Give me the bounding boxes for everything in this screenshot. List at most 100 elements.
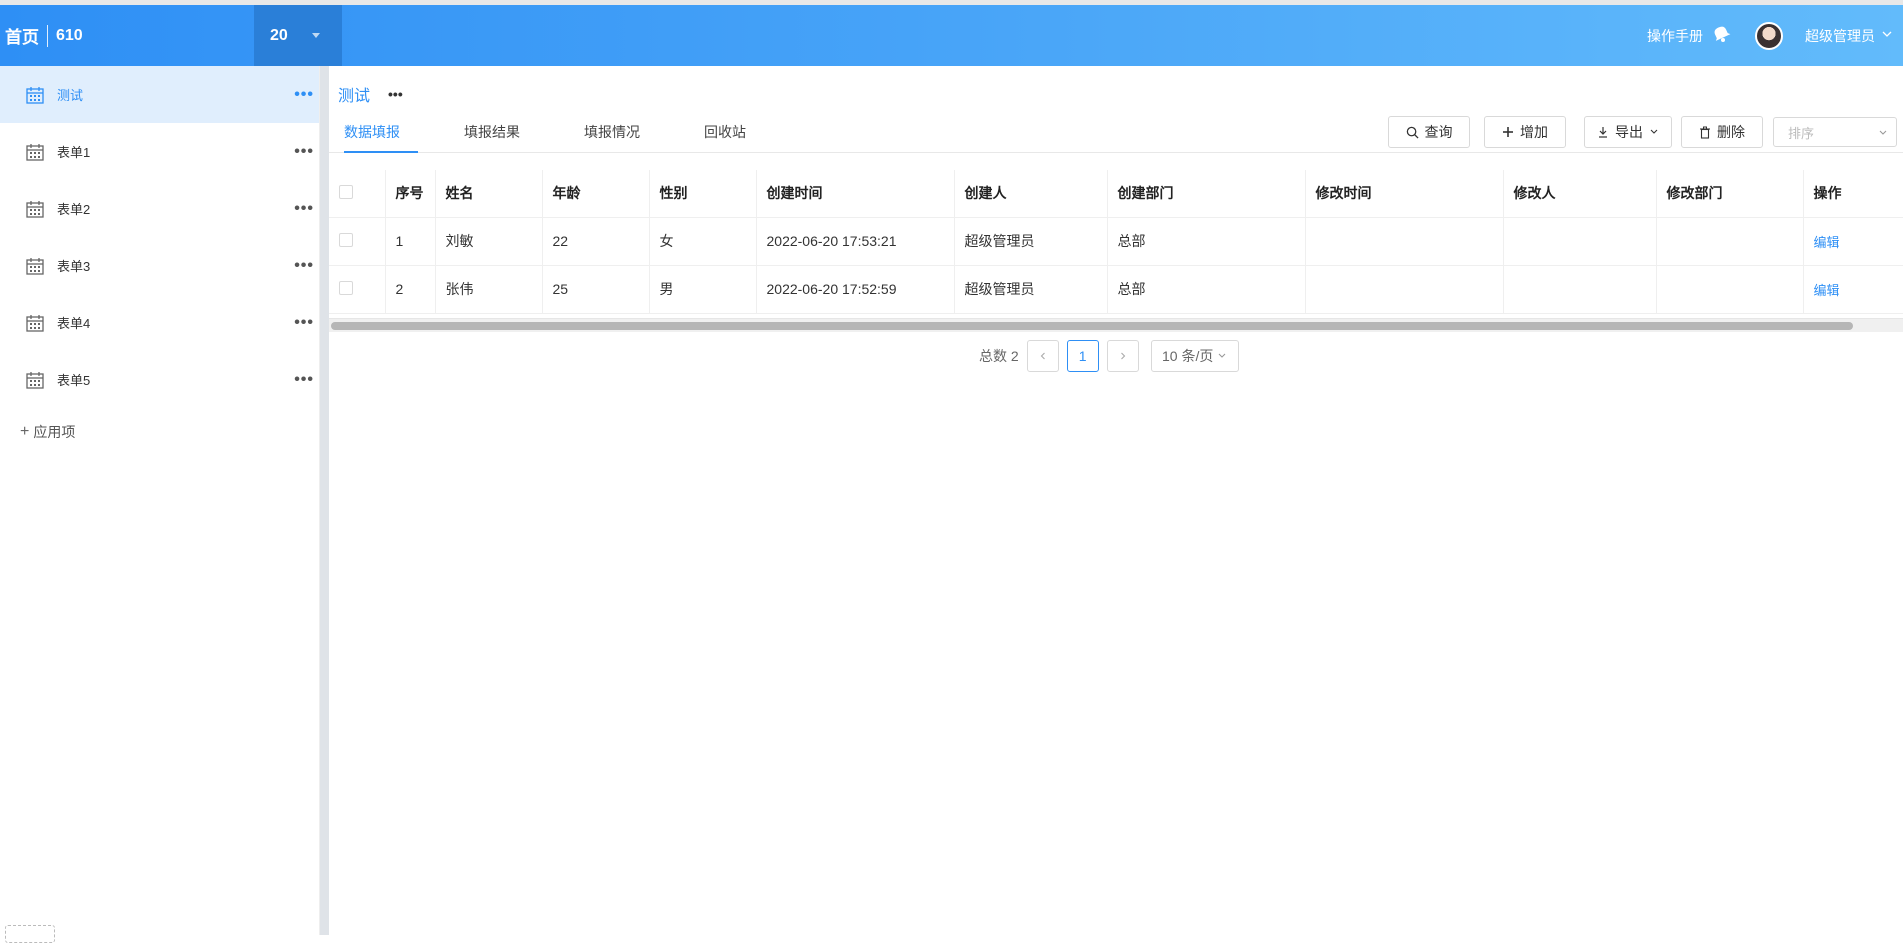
more-icon[interactable]: ••• (294, 371, 314, 389)
column-header: 创建人 (954, 170, 1108, 218)
home-link[interactable]: 首页 (5, 23, 39, 48)
download-icon (1599, 127, 1607, 138)
sidebar-item-form1[interactable]: 表单1 ••• (0, 123, 319, 180)
sidebar-item-label: 测试 (57, 88, 84, 103)
row-checkbox[interactable] (339, 232, 353, 247)
collapse-sidebar-button[interactable] (5, 925, 55, 943)
cell-created: 2022-06-20 17:52:59 (756, 265, 955, 314)
calendar-icon (26, 200, 44, 218)
more-icon[interactable]: ••• (294, 143, 314, 161)
edit-link[interactable]: 编辑 (1814, 283, 1840, 298)
chevron-right-icon (1120, 352, 1125, 360)
edit-link[interactable]: 编辑 (1814, 235, 1840, 250)
cell-dept: 总部 (1107, 217, 1306, 266)
sort-select[interactable]: 排序 (1773, 117, 1897, 147)
caret-down-icon (311, 33, 320, 38)
cell-creator: 超级管理员 (954, 265, 1108, 314)
next-page-button[interactable] (1106, 340, 1139, 372)
cell-dept: 总部 (1107, 265, 1306, 314)
sidebar-item-label: 表单4 (57, 316, 91, 331)
column-header: 修改时间 (1305, 170, 1504, 218)
calendar-icon (26, 257, 44, 275)
table-header-row: 序号 姓名 年龄 性别 创建时间 创建人 创建部门 修改时间 修改人 修改部门 … (329, 170, 1903, 218)
page-number-button[interactable]: 1 (1066, 340, 1099, 372)
more-icon[interactable]: ••• (294, 257, 314, 275)
cell-name: 张伟 (435, 265, 543, 314)
app-number: 610 (56, 26, 83, 44)
row-checkbox[interactable] (339, 280, 353, 295)
query-label: 查询 (1424, 124, 1453, 140)
sidebar-item-form4[interactable]: 表单4 ••• (0, 294, 319, 351)
header-select-value: 20 (270, 26, 288, 44)
scrollbar-thumb[interactable] (331, 322, 1853, 330)
export-button[interactable]: 导出 (1584, 116, 1672, 148)
add-app-item-button[interactable]: + 应用项 (0, 412, 319, 452)
cell-action: 编辑 (1803, 265, 1903, 314)
tab-data-entry[interactable]: 数据填报 (344, 120, 418, 153)
main-panel: 测试 ••• 数据填报 填报结果 填报情况 回收站 查询 增加 导出 删除 排序 (329, 72, 1903, 935)
user-name[interactable]: 超级管理员 (1805, 26, 1875, 46)
page-size-select[interactable]: 10 条/页 (1150, 340, 1239, 372)
column-header: 修改人 (1503, 170, 1657, 218)
row-checkbox-cell (329, 217, 386, 266)
avatar[interactable] (1755, 21, 1783, 50)
app-header: 首页 610 20 操作手册 超级管理员 (0, 5, 1903, 66)
table-row[interactable]: 1 刘敏 22 女 2022-06-20 17:53:21 超级管理员 总部 编… (329, 217, 1903, 266)
cell-modifier (1503, 217, 1657, 266)
sidebar-item-label: 表单3 (57, 259, 91, 274)
tab-recycle-bin[interactable]: 回收站 (704, 120, 746, 153)
header-select[interactable]: 20 (254, 5, 342, 66)
add-button[interactable]: 增加 (1484, 116, 1566, 148)
tab-results[interactable]: 填报结果 (464, 120, 520, 153)
select-all-checkbox[interactable] (339, 184, 353, 199)
chevron-down-icon[interactable] (1881, 27, 1893, 45)
cell-created: 2022-06-20 17:53:21 (756, 217, 955, 266)
brand-divider (47, 24, 48, 47)
sidebar-item-label: 表单2 (57, 202, 91, 217)
cell-gender: 女 (649, 217, 757, 266)
cell-creator: 超级管理员 (954, 217, 1108, 266)
sidebar-item-form5[interactable]: 表单5 ••• (0, 351, 319, 408)
sidebar-item-form3[interactable]: 表单3 ••• (0, 237, 319, 294)
sidebar-item-form2[interactable]: 表单2 ••• (0, 180, 319, 237)
more-icon[interactable]: ••• (294, 200, 314, 218)
cell-modified (1305, 217, 1504, 266)
prev-page-button[interactable] (1026, 340, 1059, 372)
cell-name: 刘敏 (435, 217, 543, 266)
cell-age: 25 (542, 265, 650, 314)
calendar-icon (26, 86, 44, 104)
more-icon[interactable]: ••• (294, 314, 314, 332)
header-checkbox-cell (329, 170, 386, 218)
query-button[interactable]: 查询 (1388, 116, 1470, 148)
calendar-icon (26, 314, 44, 332)
header-right: 操作手册 超级管理员 (1647, 5, 1893, 66)
cell-action: 编辑 (1803, 217, 1903, 266)
row-checkbox-cell (329, 265, 386, 314)
chevron-down-icon (1879, 130, 1887, 135)
horizontal-scrollbar[interactable] (329, 318, 1903, 332)
plus-icon: + (20, 423, 30, 440)
brand: 首页 610 (5, 5, 83, 66)
delete-button[interactable]: 删除 (1681, 116, 1763, 148)
chevron-down-icon (1218, 353, 1226, 358)
cell-gender: 男 (649, 265, 757, 314)
sidebar: 测试 ••• 表单1 ••• 表单2 ••• 表单3 ••• 表单4 ••• 表… (0, 66, 320, 943)
column-header: 年龄 (542, 170, 650, 218)
more-icon[interactable]: ••• (388, 86, 403, 102)
sidebar-item-label: 表单5 (57, 373, 91, 388)
sidebar-item-test[interactable]: 测试 ••• (0, 66, 319, 123)
cell-modified (1305, 265, 1504, 314)
cell-mod-dept (1656, 217, 1804, 266)
total-count: 总数 2 (979, 348, 1019, 364)
add-app-item-label: 应用项 (33, 424, 76, 440)
bell-icon[interactable] (1711, 23, 1731, 48)
more-icon[interactable]: ••• (294, 86, 314, 104)
calendar-icon (26, 371, 44, 389)
calendar-icon (26, 143, 44, 161)
column-header: 姓名 (435, 170, 543, 218)
tab-status[interactable]: 填报情况 (584, 120, 640, 153)
delete-label: 删除 (1717, 124, 1745, 140)
table-row[interactable]: 2 张伟 25 男 2022-06-20 17:52:59 超级管理员 总部 编… (329, 265, 1903, 314)
trash-icon (1700, 126, 1710, 139)
manual-link[interactable]: 操作手册 (1647, 26, 1703, 46)
